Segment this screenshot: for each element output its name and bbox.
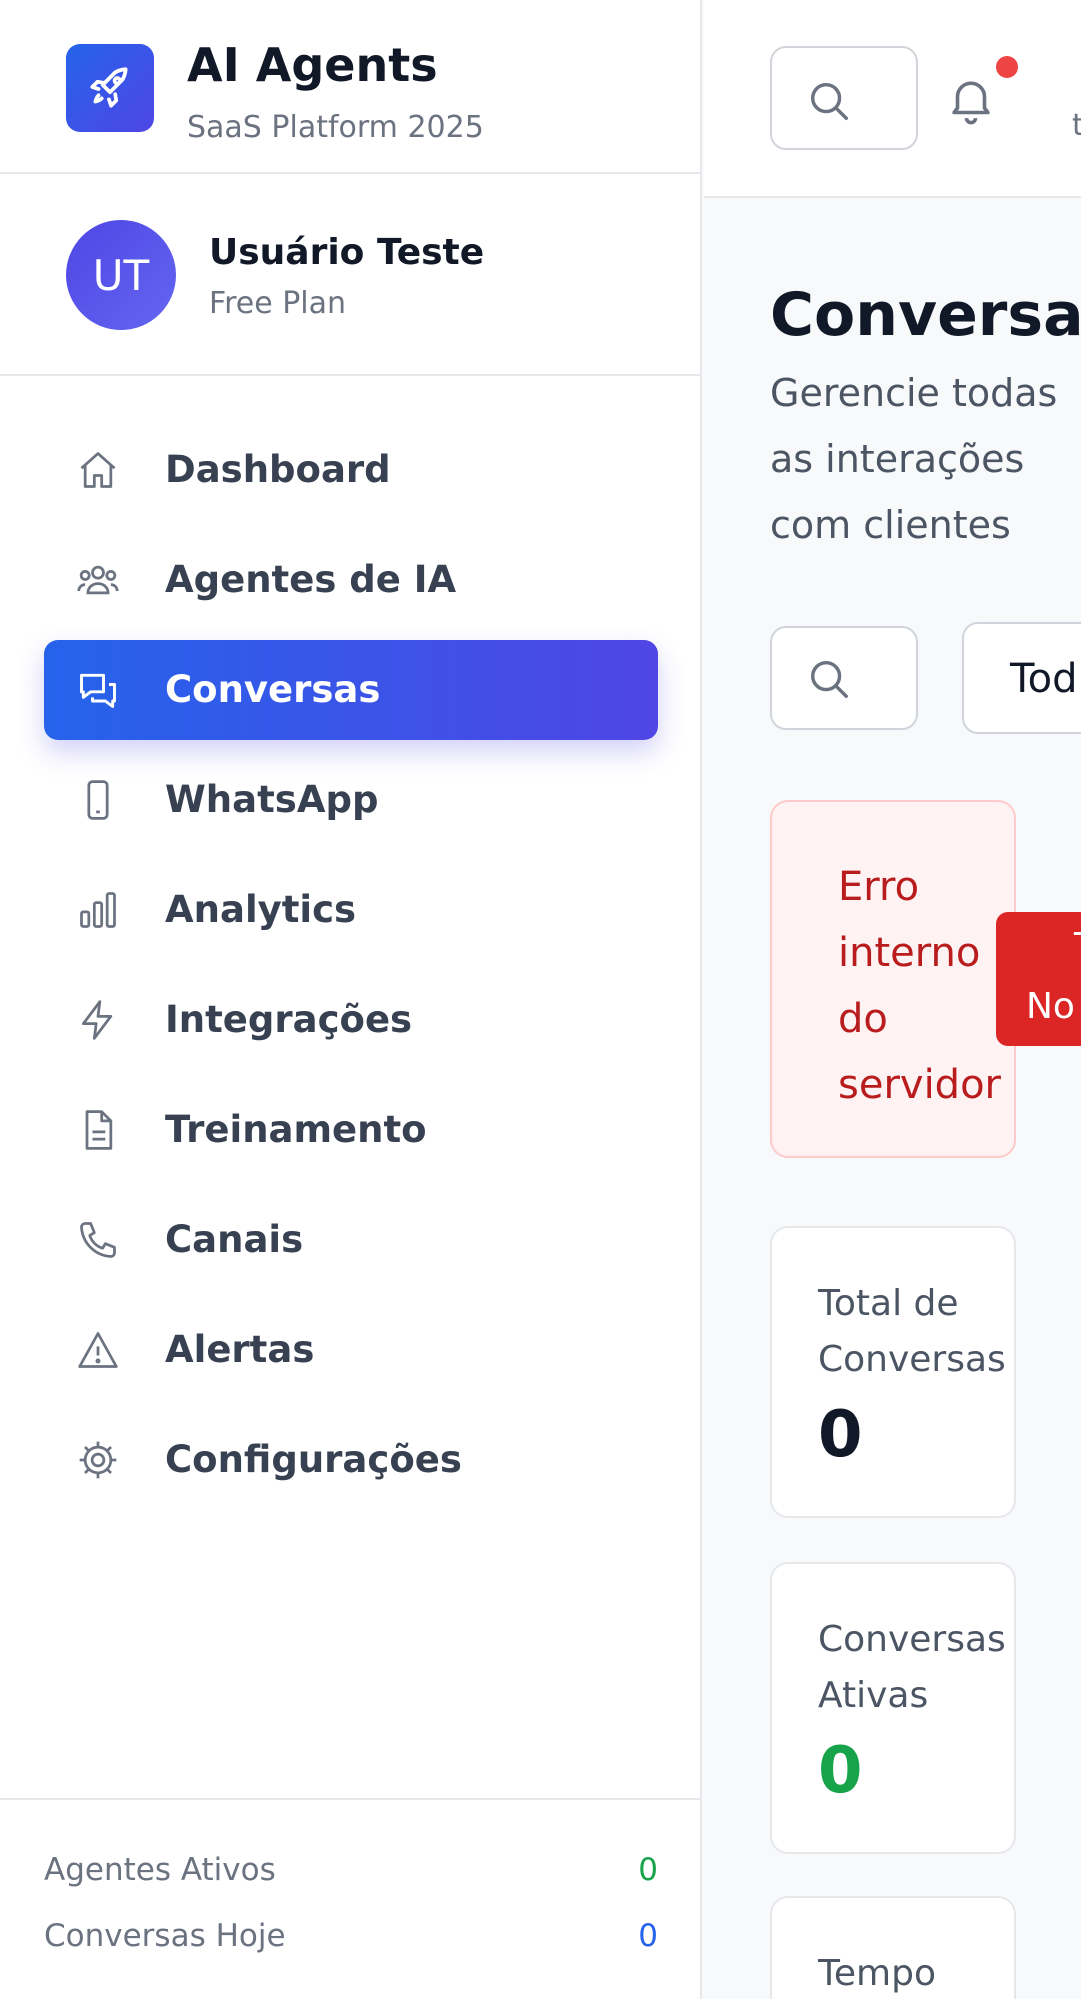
- stat-conversations-today: Conversas Hoje 0: [44, 1918, 658, 1968]
- sidebar-item-whatsapp[interactable]: WhatsApp: [44, 750, 658, 850]
- brand-header: AI Agents SaaS Platform 2025: [0, 0, 700, 174]
- sidebar-item-settings[interactable]: Configurações: [44, 1410, 658, 1510]
- sidebar: AI Agents SaaS Platform 2025 UT Usuário …: [0, 0, 702, 1999]
- stat-card-total: Total de Conversas 0: [770, 1226, 1016, 1518]
- sidebar-item-dashboard[interactable]: Dashboard: [44, 420, 658, 520]
- gear-icon: [79, 1441, 117, 1479]
- alert-icon: [78, 1332, 118, 1368]
- sidebar-item-label: Treinamento: [165, 1108, 427, 1151]
- search-icon: [810, 82, 848, 120]
- stat-value: 0: [638, 1852, 658, 1888]
- user-plan: Free Plan: [209, 286, 347, 321]
- rocket-icon[interactable]: [66, 44, 154, 132]
- sidebar-item-channels[interactable]: Canais: [44, 1190, 658, 1290]
- conversation-search-input[interactable]: [770, 626, 918, 730]
- sidebar-item-analytics[interactable]: Analytics: [44, 860, 658, 960]
- document-icon: [85, 1110, 113, 1150]
- page-title: Conversas: [770, 280, 1081, 350]
- sidebar-nav: Dashboard Agentes de IA Conversas WhatsA…: [44, 420, 658, 1520]
- retry-button[interactable]: T No: [996, 912, 1081, 1046]
- top-bar: t: [704, 0, 1081, 198]
- sidebar-item-conversations[interactable]: Conversas: [44, 640, 658, 740]
- brand-subtitle: SaaS Platform 2025: [187, 110, 484, 145]
- status-filter-select[interactable]: Tod: [962, 622, 1081, 734]
- error-message: Erro interno do servidor: [838, 864, 1001, 1108]
- retry-button-label-line1: T: [1074, 926, 1081, 967]
- sidebar-item-label: Conversas: [165, 668, 381, 711]
- sidebar-stats: Agentes Ativos 0 Conversas Hoje 0: [0, 1798, 700, 1999]
- stat-card-active: Conversas Ativas 0: [770, 1562, 1016, 1854]
- chat-icon: [80, 673, 116, 708]
- card-label: Total de Conversas: [818, 1283, 1006, 1380]
- sidebar-item-label: Canais: [165, 1218, 304, 1261]
- bell-icon[interactable]: [944, 70, 998, 128]
- stat-label: Agentes Ativos: [44, 1852, 276, 1888]
- page-subtitle: Gerencie todas as interações com cliente…: [770, 371, 1058, 547]
- bar-chart-icon: [80, 892, 116, 928]
- card-value: 0: [818, 1734, 863, 1808]
- phone-icon: [80, 1222, 116, 1258]
- search-icon: [810, 660, 848, 698]
- sidebar-item-label: Analytics: [165, 888, 357, 931]
- brand-title: AI Agents: [187, 38, 438, 92]
- card-label: Conversas Ativas: [818, 1619, 1006, 1716]
- users-icon: [77, 565, 119, 595]
- topbar-truncated-text: t: [1072, 108, 1081, 143]
- avatar[interactable]: UT: [66, 220, 176, 330]
- sidebar-item-label: Agentes de IA: [165, 558, 457, 601]
- sidebar-item-label: Dashboard: [165, 448, 391, 491]
- card-value: 0: [818, 1398, 863, 1472]
- sidebar-item-integrations[interactable]: Integrações: [44, 970, 658, 1070]
- stat-card-time: Tempo: [770, 1896, 1016, 1999]
- home-icon: [80, 452, 116, 488]
- global-search-button[interactable]: [770, 46, 918, 150]
- error-alert: Erro interno do servidor: [770, 800, 1016, 1158]
- stat-value: 0: [638, 1918, 658, 1954]
- stat-label: Conversas Hoje: [44, 1918, 286, 1954]
- phone-device-icon: [87, 780, 109, 820]
- sidebar-item-training[interactable]: Treinamento: [44, 1080, 658, 1180]
- stat-active-agents: Agentes Ativos 0: [44, 1852, 658, 1902]
- main-content: Conversas Gerencie todas as interações c…: [704, 200, 1081, 1999]
- sidebar-item-label: Alertas: [165, 1328, 315, 1371]
- sidebar-item-label: WhatsApp: [165, 778, 379, 821]
- sidebar-item-alerts[interactable]: Alertas: [44, 1300, 658, 1400]
- retry-button-label-line2: No: [1026, 986, 1075, 1027]
- status-filter-value: Tod: [1010, 656, 1078, 702]
- user-profile[interactable]: UT Usuário Teste Free Plan: [0, 174, 700, 376]
- lightning-icon: [81, 1000, 113, 1040]
- sidebar-item-label: Integrações: [165, 998, 413, 1041]
- sidebar-item-agents[interactable]: Agentes de IA: [44, 530, 658, 630]
- user-name: Usuário Teste: [209, 232, 485, 273]
- notification-badge: [996, 56, 1018, 78]
- sidebar-item-label: Configurações: [165, 1438, 462, 1481]
- card-label: Tempo: [818, 1953, 936, 1994]
